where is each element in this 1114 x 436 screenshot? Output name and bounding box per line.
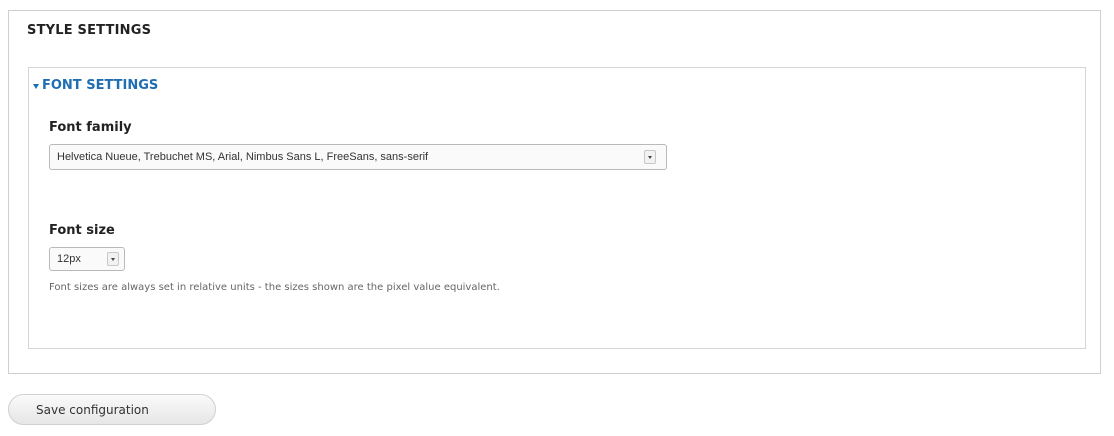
font-settings-title: FONT SETTINGS: [42, 78, 159, 93]
font-size-description: Font sizes are always set in relative un…: [49, 282, 500, 293]
font-settings-fieldset: FONT SETTINGS Font family Helvetica Nueu…: [28, 67, 1086, 349]
style-settings-title: STYLE SETTINGS: [27, 23, 152, 38]
chevron-down-icon: [644, 150, 656, 164]
font-size-select[interactable]: 12px: [49, 247, 125, 271]
font-size-value: 12px: [57, 253, 81, 265]
style-settings-fieldset: STYLE SETTINGS FONT SETTINGS Font family…: [8, 10, 1101, 374]
font-family-select[interactable]: Helvetica Nueue, Trebuchet MS, Arial, Ni…: [49, 144, 667, 170]
font-family-value: Helvetica Nueue, Trebuchet MS, Arial, Ni…: [57, 151, 429, 163]
chevron-down-icon: [107, 252, 119, 266]
font-size-label: Font size: [49, 223, 115, 238]
font-family-label: Font family: [49, 120, 132, 135]
triangle-down-icon: [33, 83, 39, 89]
font-settings-toggle[interactable]: FONT SETTINGS: [33, 78, 158, 93]
save-configuration-button[interactable]: Save configuration: [8, 394, 216, 425]
